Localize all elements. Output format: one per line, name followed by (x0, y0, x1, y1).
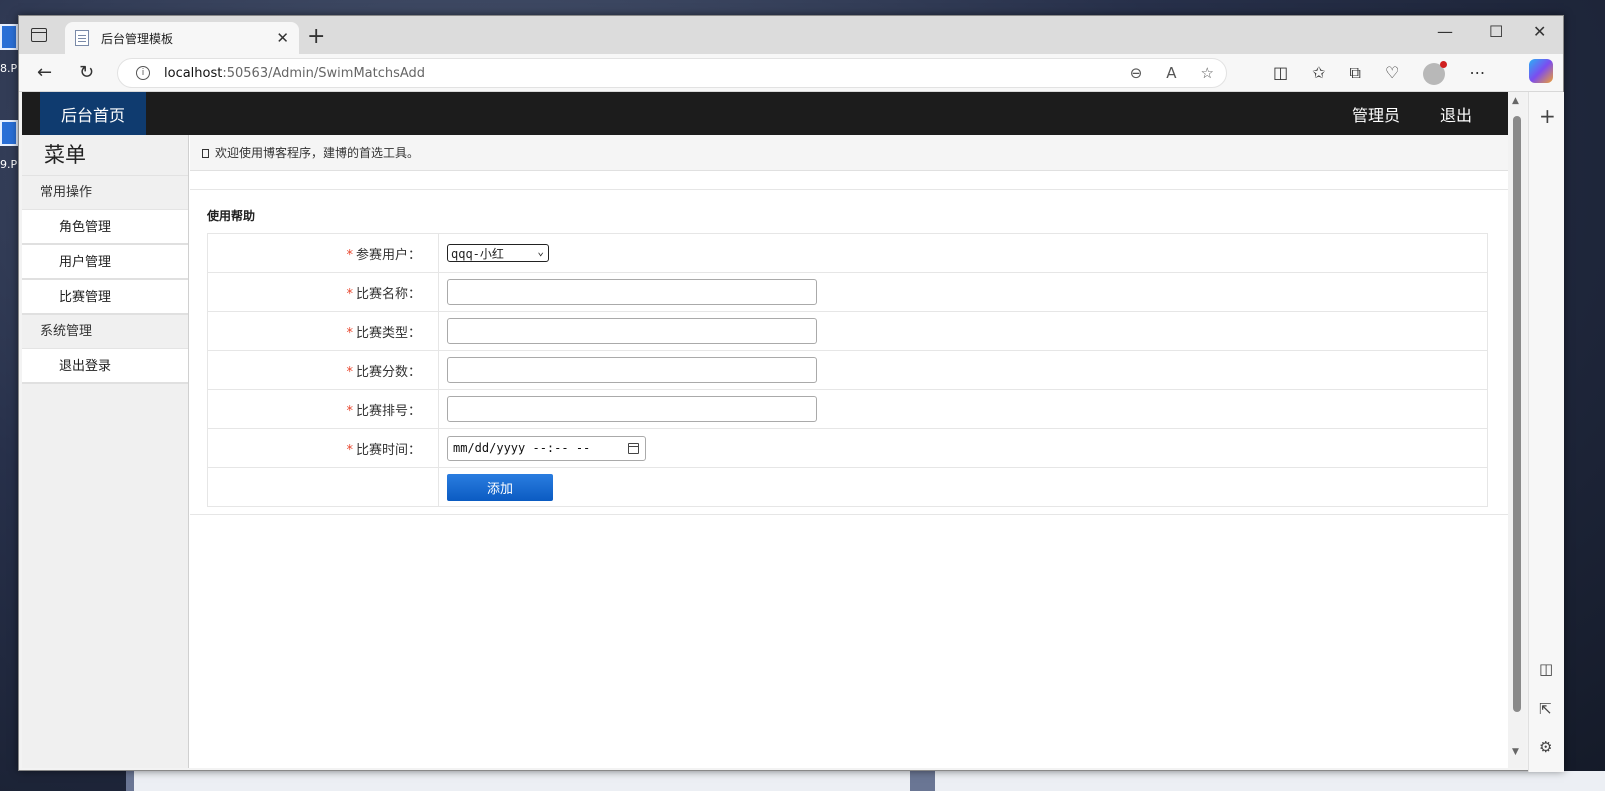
form-row-score: * 比赛分数： (207, 350, 1488, 390)
logout-link[interactable]: 退出 (1440, 102, 1472, 126)
match-time-input[interactable]: mm/dd/yyyy --:-- -- (447, 435, 646, 461)
welcome-bar: 欢迎使用博客程序，建博的首选工具。 (190, 135, 1508, 171)
home-link[interactable]: 后台首页 (40, 92, 146, 135)
browser-window: 后台管理模板 ✕ + — ☐ ✕ ← ↻ i localhost :50563/… (18, 15, 1564, 772)
desktop-file-icon[interactable] (0, 120, 18, 146)
external-link-icon[interactable]: ⇱ (1539, 700, 1552, 718)
settings-gear-icon[interactable]: ⚙ (1539, 738, 1552, 756)
page-viewport: 后台首页 管理员 退出 菜单 常用操作 角色管理 用户管理 比赛管理 系统管理 … (22, 92, 1508, 768)
field-label: 比赛名称： (355, 286, 421, 302)
menu-group-common[interactable]: 常用操作 (22, 176, 188, 210)
required-mark: * (346, 403, 353, 419)
tab-actions-icon[interactable] (31, 28, 47, 42)
favorites-icon[interactable]: ✩ (1312, 63, 1325, 85)
copilot-icon[interactable] (1529, 59, 1553, 83)
menu-group-system[interactable]: 系统管理 (22, 315, 188, 349)
scroll-thumb[interactable] (1513, 116, 1521, 712)
read-aloud-icon[interactable]: A (1166, 64, 1176, 82)
menu-item-users[interactable]: 用户管理 (22, 245, 188, 280)
browser-essentials-icon[interactable]: ♡ (1385, 63, 1399, 85)
tab-bar: 后台管理模板 ✕ + — ☐ ✕ (19, 16, 1563, 54)
edge-sidebar: + ◫ ⇱ ⚙ (1528, 92, 1564, 772)
required-mark: * (346, 442, 353, 458)
form-row-submit: 添加 (207, 467, 1488, 507)
required-mark: * (346, 325, 353, 341)
url-field[interactable]: i localhost :50563/Admin/SwimMatchsAdd ⊖… (117, 58, 1227, 88)
close-tab-icon[interactable]: ✕ (276, 29, 289, 47)
match-type-input[interactable] (447, 318, 817, 344)
form-row-type: * 比赛类型： (207, 311, 1488, 351)
more-options-icon[interactable]: ⋯ (1469, 63, 1485, 85)
field-label: 比赛类型： (355, 325, 421, 341)
site-info-icon[interactable]: i (136, 66, 150, 80)
add-sidebar-app-icon[interactable]: + (1539, 104, 1556, 128)
match-add-form: * 参赛用户： qqq-小红 ⌄ * 比赛名称： * 比赛类型： * 比赛分数：… (207, 233, 1488, 507)
required-mark: * (346, 364, 353, 380)
app-header: 后台首页 管理员 退出 (22, 92, 1508, 135)
new-tab-icon[interactable]: + (307, 24, 325, 49)
split-screen-icon[interactable]: ◫ (1273, 63, 1288, 85)
minimize-icon[interactable]: — (1437, 22, 1453, 41)
page-scrollbar[interactable]: ▲ ▼ (1508, 92, 1526, 768)
match-number-input[interactable] (447, 396, 817, 422)
field-label: 比赛时间： (355, 442, 421, 458)
required-mark: * (346, 286, 353, 302)
hide-sidebar-icon[interactable]: ◫ (1539, 660, 1553, 678)
welcome-icon (202, 149, 209, 158)
collections-icon[interactable]: ⧉ (1350, 63, 1361, 85)
welcome-text: 欢迎使用博客程序，建博的首选工具。 (215, 146, 420, 160)
address-bar: ← ↻ i localhost :50563/Admin/SwimMatchsA… (19, 54, 1563, 92)
url-host: localhost (164, 65, 223, 81)
sidebar-menu: 菜单 常用操作 角色管理 用户管理 比赛管理 系统管理 退出登录 (22, 135, 189, 768)
field-label: 比赛排号： (355, 403, 421, 419)
favorite-star-icon[interactable]: ☆ (1201, 64, 1214, 82)
close-window-icon[interactable]: ✕ (1533, 22, 1546, 41)
profile-avatar[interactable] (1423, 61, 1448, 85)
add-button[interactable]: 添加 (447, 473, 553, 501)
divider (190, 514, 1508, 515)
form-row-time: * 比赛时间： mm/dd/yyyy --:-- -- (207, 428, 1488, 468)
browser-tab[interactable]: 后台管理模板 ✕ (65, 22, 299, 54)
refresh-icon[interactable]: ↻ (79, 62, 94, 83)
match-name-input[interactable] (447, 279, 817, 305)
zoom-out-icon[interactable]: ⊖ (1130, 64, 1143, 82)
admin-link[interactable]: 管理员 (1352, 102, 1400, 126)
field-label: 比赛分数： (355, 364, 421, 380)
form-row-name: * 比赛名称： (207, 272, 1488, 312)
background-window-strip (935, 771, 1605, 791)
participant-select-value: qqq-小红 (451, 246, 504, 261)
back-icon[interactable]: ← (37, 62, 52, 83)
menu-title: 菜单 (22, 135, 188, 176)
form-row-user: * 参赛用户： qqq-小红 ⌄ (207, 233, 1488, 273)
maximize-icon[interactable]: ☐ (1489, 22, 1503, 41)
participant-select[interactable]: qqq-小红 ⌄ (447, 244, 549, 262)
menu-item-matches[interactable]: 比赛管理 (22, 280, 188, 315)
menu-item-roles[interactable]: 角色管理 (22, 210, 188, 245)
scroll-down-icon[interactable]: ▼ (1512, 747, 1519, 757)
tab-title: 后台管理模板 (101, 31, 174, 46)
form-row-number: * 比赛排号： (207, 389, 1488, 429)
field-label: 参赛用户： (355, 247, 421, 263)
calendar-icon[interactable] (628, 442, 639, 454)
scroll-up-icon[interactable]: ▲ (1512, 96, 1519, 106)
page-favicon-icon (75, 30, 89, 46)
menu-item-logout[interactable]: 退出登录 (22, 349, 188, 384)
match-score-input[interactable] (447, 357, 817, 383)
divider (190, 189, 1508, 190)
required-mark: * (346, 247, 353, 263)
match-time-placeholder: mm/dd/yyyy --:-- -- (453, 441, 591, 455)
chevron-down-icon: ⌄ (537, 245, 544, 258)
help-title: 使用帮助 (207, 209, 256, 223)
url-path: :50563/Admin/SwimMatchsAdd (222, 65, 426, 81)
main-content: 欢迎使用博客程序，建博的首选工具。 使用帮助 *参赛用户： qqq-小红 ⌄ (190, 135, 1508, 768)
background-window-strip (134, 771, 910, 791)
desktop-file-icon[interactable] (0, 24, 18, 50)
